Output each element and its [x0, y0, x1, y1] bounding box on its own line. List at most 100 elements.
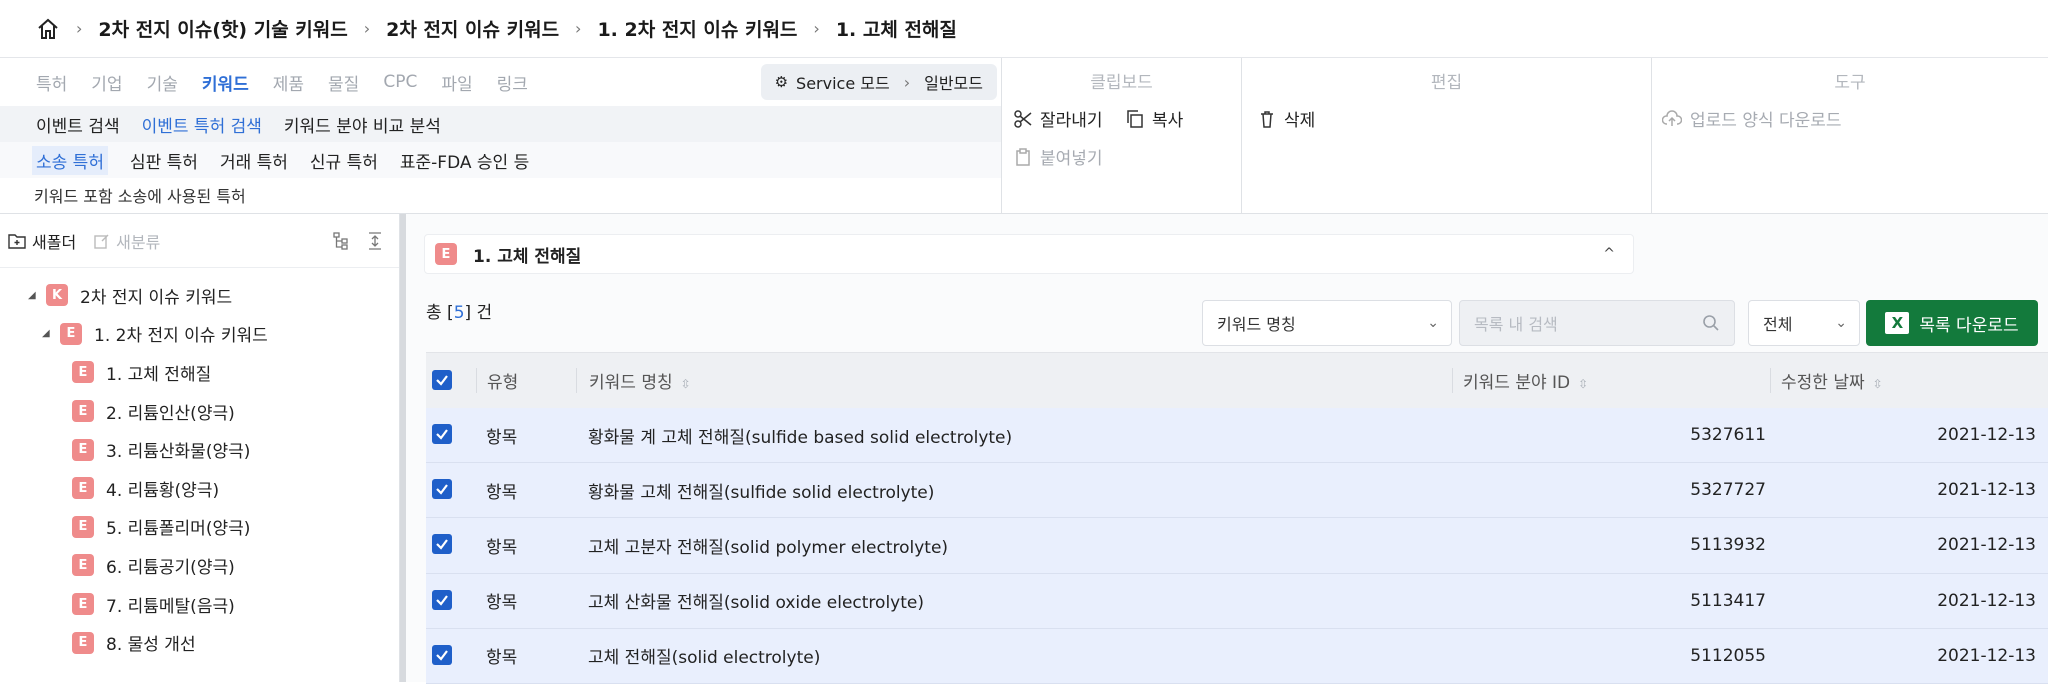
- table-row[interactable]: 항목 고체 고분자 전해질(solid polymer electrolyte)…: [426, 518, 2048, 574]
- chevron-right-icon: ›: [575, 19, 582, 38]
- menu-event-search[interactable]: 이벤트 검색: [36, 112, 120, 137]
- tree-node-label: 7. 리튬메탈(음극): [106, 596, 235, 617]
- list-download-button[interactable]: X 목록 다운로드: [1866, 300, 2038, 346]
- breadcrumb-item[interactable]: 2차 전지 이슈(핫) 기술 키워드: [98, 15, 347, 42]
- tab-keyword[interactable]: 키워드: [202, 70, 249, 95]
- select-all-checkbox[interactable]: [432, 369, 452, 390]
- cell-keyword-name: 황화물 고체 전해질(sulfide solid electrolyte): [588, 482, 935, 503]
- expand-triangle-icon[interactable]: ◢: [28, 290, 38, 301]
- field-select[interactable]: 키워드 명칭 ⌄: [1202, 300, 1452, 346]
- row-checkbox[interactable]: [432, 589, 452, 610]
- tab-technology[interactable]: 기술: [147, 70, 178, 95]
- mode-toggle[interactable]: ⚙ Service 모드 › 일반모드: [760, 64, 997, 100]
- menu-event-patent-search[interactable]: 이벤트 특허 검색: [142, 112, 262, 137]
- scope-select[interactable]: 전체 ⌄: [1748, 300, 1860, 346]
- row-checkbox[interactable]: [432, 424, 452, 445]
- menu-litigation-patent[interactable]: 소송 특허: [32, 145, 108, 175]
- tree-leaf-node[interactable]: E 3. 리튬산화물(양극): [0, 430, 399, 469]
- chevron-right-icon: ›: [903, 72, 911, 92]
- column-modified-date[interactable]: 수정한 날짜 ⇳: [1770, 368, 2040, 393]
- row-checkbox[interactable]: [432, 534, 452, 555]
- tree-leaf-node[interactable]: E 7. 리튬메탈(음극): [0, 585, 399, 624]
- tab-cpc[interactable]: CPC: [383, 72, 417, 92]
- panel-title: 1. 고체 전해질: [473, 246, 582, 267]
- table-row[interactable]: 항목 고체 전해질(solid electrolyte) 5112055 202…: [426, 628, 2048, 684]
- entity-badge: E: [72, 515, 94, 538]
- count-suffix: ] 건: [464, 303, 493, 323]
- list-search-input[interactable]: 목록 내 검색: [1459, 300, 1735, 346]
- tree-leaf-node[interactable]: E 8. 물성 개선: [0, 623, 399, 662]
- cell-type: 항목: [486, 537, 518, 558]
- tab-file[interactable]: 파일: [441, 70, 472, 95]
- row-checkbox[interactable]: [432, 479, 452, 500]
- chevron-up-icon[interactable]: ^: [1603, 246, 1615, 262]
- menu-standard-fda[interactable]: 표준-FDA 승인 등: [400, 148, 529, 173]
- entity-badge: E: [72, 593, 94, 616]
- result-count: 총 [5] 건: [426, 298, 492, 323]
- home-icon[interactable]: [36, 17, 60, 41]
- tab-company[interactable]: 기업: [91, 70, 122, 95]
- tab-patent[interactable]: 특허: [36, 70, 67, 95]
- cell-keyword-name: 고체 산화물 전해질(solid oxide electrolyte): [588, 593, 924, 614]
- column-keyword-id[interactable]: 키워드 분야 ID ⇳: [1452, 368, 1770, 393]
- breadcrumb-item[interactable]: 2차 전지 이슈 키워드: [386, 15, 559, 42]
- table-row[interactable]: 항목 황화물 계 고체 전해질(sulfide based solid elec…: [426, 408, 2048, 464]
- entity-badge: E: [60, 322, 82, 345]
- panel-header[interactable]: E 1. 고체 전해질 ^: [424, 234, 1634, 274]
- entity-badge: E: [72, 400, 94, 423]
- entity-badge: E: [72, 438, 94, 461]
- new-folder-button[interactable]: 새폴더: [8, 229, 76, 253]
- cell-keyword-id: 5112055: [1690, 645, 1766, 666]
- ribbon: 특허 기업 기술 키워드 제품 물질 CPC 파일 링크 ⚙ Service 모…: [0, 58, 2048, 214]
- entity-badge: E: [72, 631, 94, 654]
- cell-keyword-id: 5113417: [1690, 590, 1766, 611]
- tree-root-node[interactable]: ◢ K 2차 전지 이슈 키워드: [0, 276, 399, 315]
- group-title: 클립보드: [1090, 73, 1153, 93]
- tab-material[interactable]: 물질: [328, 70, 359, 95]
- cell-keyword-name: 황화물 계 고체 전해질(sulfide based solid electro…: [588, 427, 1013, 448]
- group-title: 도구: [1834, 73, 1866, 93]
- expand-triangle-icon[interactable]: ◢: [42, 328, 52, 339]
- tab-link[interactable]: 링크: [497, 70, 528, 95]
- tree-node-label: 3. 리튬산화물(양극): [106, 442, 251, 463]
- cut-button[interactable]: 잘라내기: [1014, 106, 1103, 131]
- menu-trade-patent[interactable]: 거래 특허: [220, 148, 288, 173]
- sidebar: 새폴더 새분류 ◢ K 2차 전지 이슈 키워드 ◢ E 1. 2차 전지 이슈…: [0, 214, 400, 682]
- keyword-tree: ◢ K 2차 전지 이슈 키워드 ◢ E 1. 2차 전지 이슈 키워드 E 1.…: [0, 268, 399, 662]
- tree-node-label: 5. 리튬폴리머(양극): [106, 519, 251, 540]
- delete-button[interactable]: 삭제: [1258, 106, 1315, 131]
- tree-leaf-node[interactable]: E 2. 리튬인산(양극): [0, 392, 399, 431]
- count-prefix: 총 [: [426, 303, 454, 323]
- chevron-down-icon: ⌄: [1835, 315, 1847, 331]
- normal-mode-label[interactable]: 일반모드: [924, 70, 983, 94]
- paste-button[interactable]: 붙여넣기: [1014, 144, 1103, 169]
- column-keyword-name[interactable]: 키워드 명칭 ⇳: [576, 368, 1452, 393]
- table-row[interactable]: 항목 고체 산화물 전해질(solid oxide electrolyte) 5…: [426, 573, 2048, 629]
- tree-child-node[interactable]: ◢ E 1. 2차 전지 이슈 키워드: [0, 315, 399, 354]
- tree-structure-icon[interactable]: [333, 232, 349, 255]
- tree-leaf-node[interactable]: E 4. 리튬황(양극): [0, 469, 399, 508]
- sub-sub-menu-row: 소송 특허 심판 특허 거래 특허 신규 특허 표준-FDA 승인 등: [0, 142, 1001, 178]
- menu-keyword-compare[interactable]: 키워드 분야 비교 분석: [284, 112, 441, 137]
- table-row[interactable]: 항목 황화물 고체 전해질(sulfide solid electrolyte)…: [426, 463, 2048, 519]
- collapse-all-icon[interactable]: [367, 232, 383, 255]
- cell-modified-date: 2021-12-13: [1937, 480, 2036, 501]
- column-type: 유형: [476, 368, 576, 393]
- tab-product[interactable]: 제품: [273, 70, 304, 95]
- breadcrumb-item[interactable]: 1. 2차 전지 이슈 키워드: [597, 15, 797, 42]
- field-select-value: 키워드 명칭: [1217, 315, 1296, 334]
- upload-template-download-button[interactable]: 업로드 양식 다운로드: [1662, 106, 1842, 131]
- new-category-button[interactable]: 새분류: [94, 229, 160, 253]
- menu-trial-patent[interactable]: 심판 특허: [130, 148, 198, 173]
- tree-leaf-node[interactable]: E 6. 리튬공기(양극): [0, 546, 399, 585]
- folder-plus-icon: [8, 233, 26, 249]
- trash-icon: [1261, 110, 1273, 128]
- tree-leaf-node[interactable]: E 1. 고체 전해질: [0, 353, 399, 392]
- copy-button[interactable]: 복사: [1126, 106, 1183, 131]
- chevron-right-icon: ›: [363, 19, 371, 38]
- menu-new-patent[interactable]: 신규 특허: [310, 148, 378, 173]
- row-checkbox[interactable]: [432, 644, 452, 665]
- service-mode-label[interactable]: Service 모드: [796, 70, 890, 94]
- tree-leaf-node[interactable]: E 5. 리튬폴리머(양극): [0, 508, 399, 547]
- download-label: 목록 다운로드: [1919, 315, 2019, 336]
